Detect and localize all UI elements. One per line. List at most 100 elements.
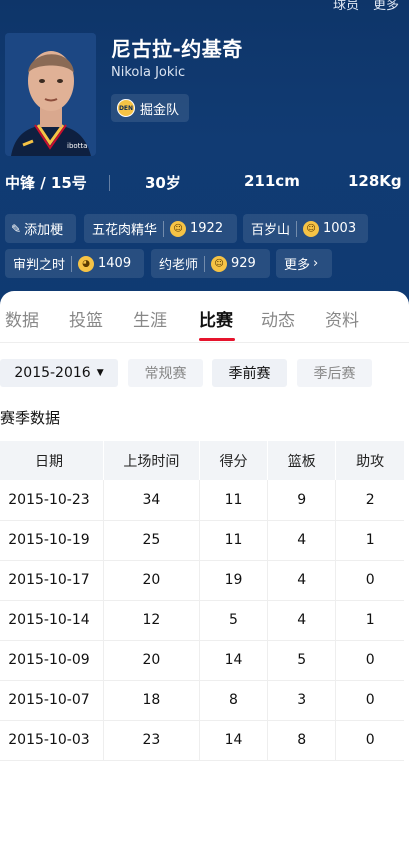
more-tags-label: 更多	[284, 258, 311, 273]
cell-rebounds: 5	[267, 640, 337, 681]
cell-minutes: 34	[103, 480, 200, 521]
game-stats-table: 日期 上场时间 得分 篮板 助攻 2015-10-23 34 11 9 2 2015-10…	[0, 441, 404, 761]
header-date: 日期	[0, 441, 104, 480]
cell-minutes: 23	[103, 720, 200, 761]
tag-item[interactable]: 约老师 ☺ 929	[151, 249, 270, 278]
table-row[interactable]: 2015-10-07 18 8 3 0	[0, 680, 404, 721]
player-info-row: 中锋 / 15号 30岁 211cm 128Kg	[0, 172, 409, 194]
player-photo: ibotta	[5, 33, 96, 156]
cell-rebounds: 8	[267, 720, 337, 761]
cell-date: 2015-10-14	[0, 600, 104, 641]
header-rebounds: 篮板	[267, 441, 337, 480]
section-title: 赛季数据	[0, 409, 61, 427]
cell-points: 8	[199, 680, 269, 721]
table-body: 2015-10-23 34 11 9 2 2015-10-19 25 11 4 1 2015-10-…	[0, 480, 404, 761]
top-links: 球员 更多	[333, 0, 399, 13]
tag-divider	[71, 255, 73, 272]
laughing-emoji-icon: ☺	[303, 220, 320, 237]
cell-date: 2015-10-23	[0, 480, 104, 521]
table-row[interactable]: 2015-10-09 20 14 5 0	[0, 640, 404, 681]
cell-assists: 0	[335, 680, 404, 721]
nuggets-logo-icon: DEN	[117, 99, 135, 117]
cell-points: 5	[199, 600, 269, 641]
cell-points: 19	[199, 560, 269, 601]
tab-profile[interactable]: 资料	[325, 306, 359, 331]
height: 211cm	[244, 172, 300, 190]
tag-label: 审判之时	[13, 258, 66, 273]
cell-date: 2015-10-07	[0, 680, 104, 721]
more-link[interactable]: 更多	[373, 0, 399, 13]
tag-count: 929	[231, 256, 256, 271]
cell-rebounds: 4	[267, 600, 337, 641]
players-link[interactable]: 球员	[333, 0, 359, 13]
tag-count: 1922	[190, 221, 224, 236]
thinking-emoji-icon: ☺	[211, 255, 228, 272]
cell-date: 2015-10-17	[0, 560, 104, 601]
more-tags-button[interactable]: 更多 ›	[276, 249, 332, 278]
cell-rebounds: 4	[267, 520, 337, 561]
tag-divider	[163, 220, 165, 237]
tag-count: 1409	[98, 256, 132, 271]
tag-label: 百岁山	[251, 223, 291, 238]
position-number: 中锋 / 15号	[5, 174, 87, 192]
player-avatar-image: ibotta	[5, 33, 96, 156]
tab-news[interactable]: 动态	[261, 306, 295, 331]
tag-count: 1003	[323, 221, 357, 236]
header-minutes: 上场时间	[103, 441, 200, 480]
header-assists: 助攻	[335, 441, 404, 480]
tag-item[interactable]: 百岁山 ☺ 1003	[243, 214, 368, 243]
tag-label: 约老师	[159, 258, 199, 273]
pencil-icon: ✎	[11, 221, 22, 236]
cell-minutes: 20	[103, 560, 200, 601]
laughing-emoji-icon: ☺	[170, 220, 187, 237]
table-header-row: 日期 上场时间 得分 篮板 助攻	[0, 441, 404, 480]
table-row[interactable]: 2015-10-14 12 5 4 1	[0, 600, 404, 641]
table-row[interactable]: 2015-10-23 34 11 9 2	[0, 480, 404, 521]
cell-minutes: 25	[103, 520, 200, 561]
player-english-name: Nikola Jokic	[111, 65, 186, 80]
cell-date: 2015-10-19	[0, 520, 104, 561]
tag-item[interactable]: 五花肉精华 ☺ 1922	[84, 214, 237, 243]
age: 30岁	[145, 174, 181, 192]
tab-shooting[interactable]: 投篮	[69, 306, 103, 331]
cell-points: 11	[199, 480, 269, 521]
season-dropdown[interactable]: 2015-2016 ▼	[0, 359, 118, 387]
tag-label: 五花肉精华	[92, 223, 158, 238]
table-row[interactable]: 2015-10-17 20 19 4 0	[0, 560, 404, 601]
team-name: 掘金队	[140, 102, 180, 118]
table-row[interactable]: 2015-10-19 25 11 4 1	[0, 520, 404, 561]
cell-date: 2015-10-03	[0, 720, 104, 761]
tag-divider	[296, 220, 298, 237]
team-chip[interactable]: DEN 掘金队	[111, 94, 190, 122]
cell-minutes: 18	[103, 680, 200, 721]
filter-playoffs[interactable]: 季后赛	[297, 359, 372, 387]
tab-bar: 数据 投篮 生涯 比赛 动态 资料	[0, 306, 409, 340]
season-value: 2015-2016	[14, 365, 91, 381]
cell-date: 2015-10-09	[0, 640, 104, 681]
add-tag-label: 添加梗	[24, 223, 64, 238]
tab-career[interactable]: 生涯	[133, 306, 167, 331]
table-row[interactable]: 2015-10-03 23 14 8 0	[0, 720, 404, 761]
cell-points: 14	[199, 640, 269, 681]
cell-rebounds: 9	[267, 480, 337, 521]
tag-divider	[204, 255, 206, 272]
add-tag-button[interactable]: ✎ 添加梗	[5, 214, 76, 243]
player-name: 尼古拉-约基奇	[111, 37, 243, 61]
cell-assists: 0	[335, 720, 404, 761]
tab-games[interactable]: 比赛	[199, 306, 233, 331]
filter-regular-season[interactable]: 常规赛	[128, 359, 203, 387]
cell-minutes: 20	[103, 640, 200, 681]
tab-data[interactable]: 数据	[5, 306, 39, 331]
cell-points: 11	[199, 520, 269, 561]
chevron-right-icon: ›	[313, 256, 319, 271]
tag-item[interactable]: 审判之时 ◕ 1409	[5, 249, 144, 278]
active-tab-indicator	[199, 338, 235, 341]
cell-rebounds: 3	[267, 680, 337, 721]
weight: 128Kg	[348, 172, 402, 190]
cell-minutes: 12	[103, 600, 200, 641]
header-points: 得分	[199, 441, 269, 480]
player-header: 球员 更多 ibotta 尼古拉-约基奇 Nikola Jokic DEN 掘金…	[0, 0, 409, 310]
filter-preseason[interactable]: 季前赛	[212, 359, 287, 387]
info-divider	[109, 175, 110, 191]
cell-points: 14	[199, 720, 269, 761]
